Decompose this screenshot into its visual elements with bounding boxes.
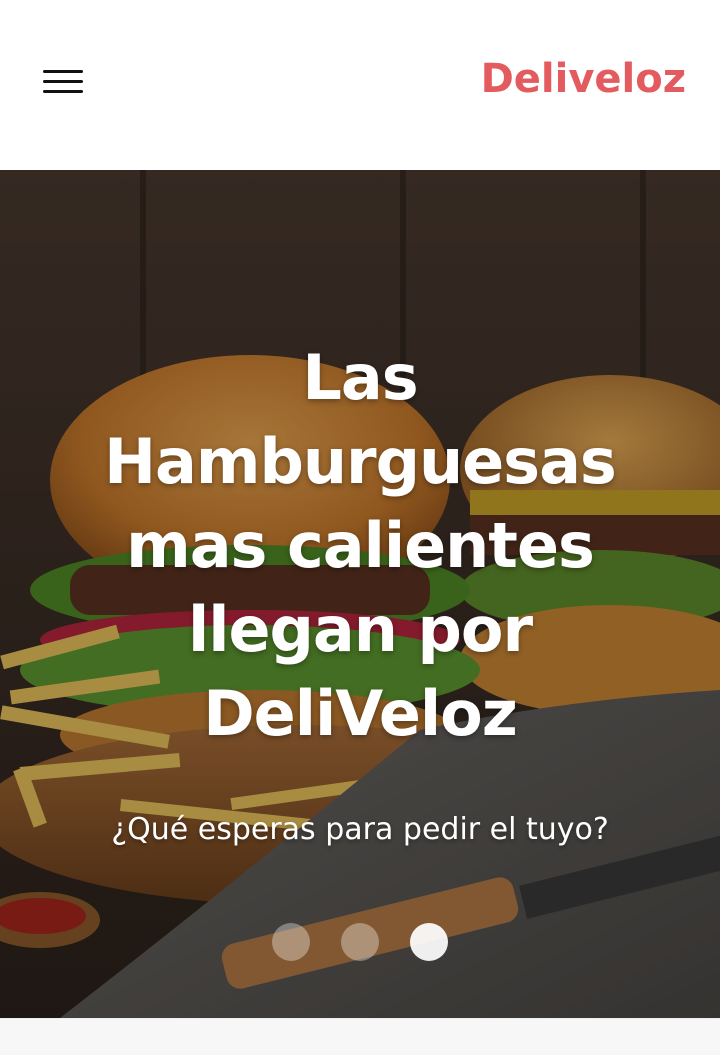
menu-bar-bottom: [43, 90, 83, 93]
carousel-dot-3-active[interactable]: [410, 923, 449, 961]
hero-title-line: mas calientes: [126, 509, 595, 582]
brand-logo[interactable]: Deliveloz: [481, 56, 686, 102]
carousel-dot-2[interactable]: [341, 923, 379, 961]
menu-bar-top: [43, 70, 83, 73]
hero-title-line: llegan por: [187, 593, 533, 666]
carousel-indicators: [0, 923, 720, 963]
hero-carousel: Las Hamburguesas mas calientes llegan po…: [0, 170, 720, 1018]
hamburger-menu-icon[interactable]: [38, 62, 88, 102]
site-header: Deliveloz: [0, 0, 720, 170]
next-section-edge: [0, 1018, 720, 1055]
hero-title-line: Las: [302, 341, 418, 414]
hero-title-line: Hamburguesas: [104, 425, 617, 498]
hero-title: Las Hamburguesas mas calientes llegan po…: [40, 336, 680, 756]
menu-bar-middle: [43, 80, 83, 83]
hero-title-line: DeliVeloz: [203, 677, 518, 750]
carousel-dot-1[interactable]: [271, 923, 310, 961]
hero-subtitle: ¿Qué esperas para pedir el tuyo?: [111, 812, 609, 847]
